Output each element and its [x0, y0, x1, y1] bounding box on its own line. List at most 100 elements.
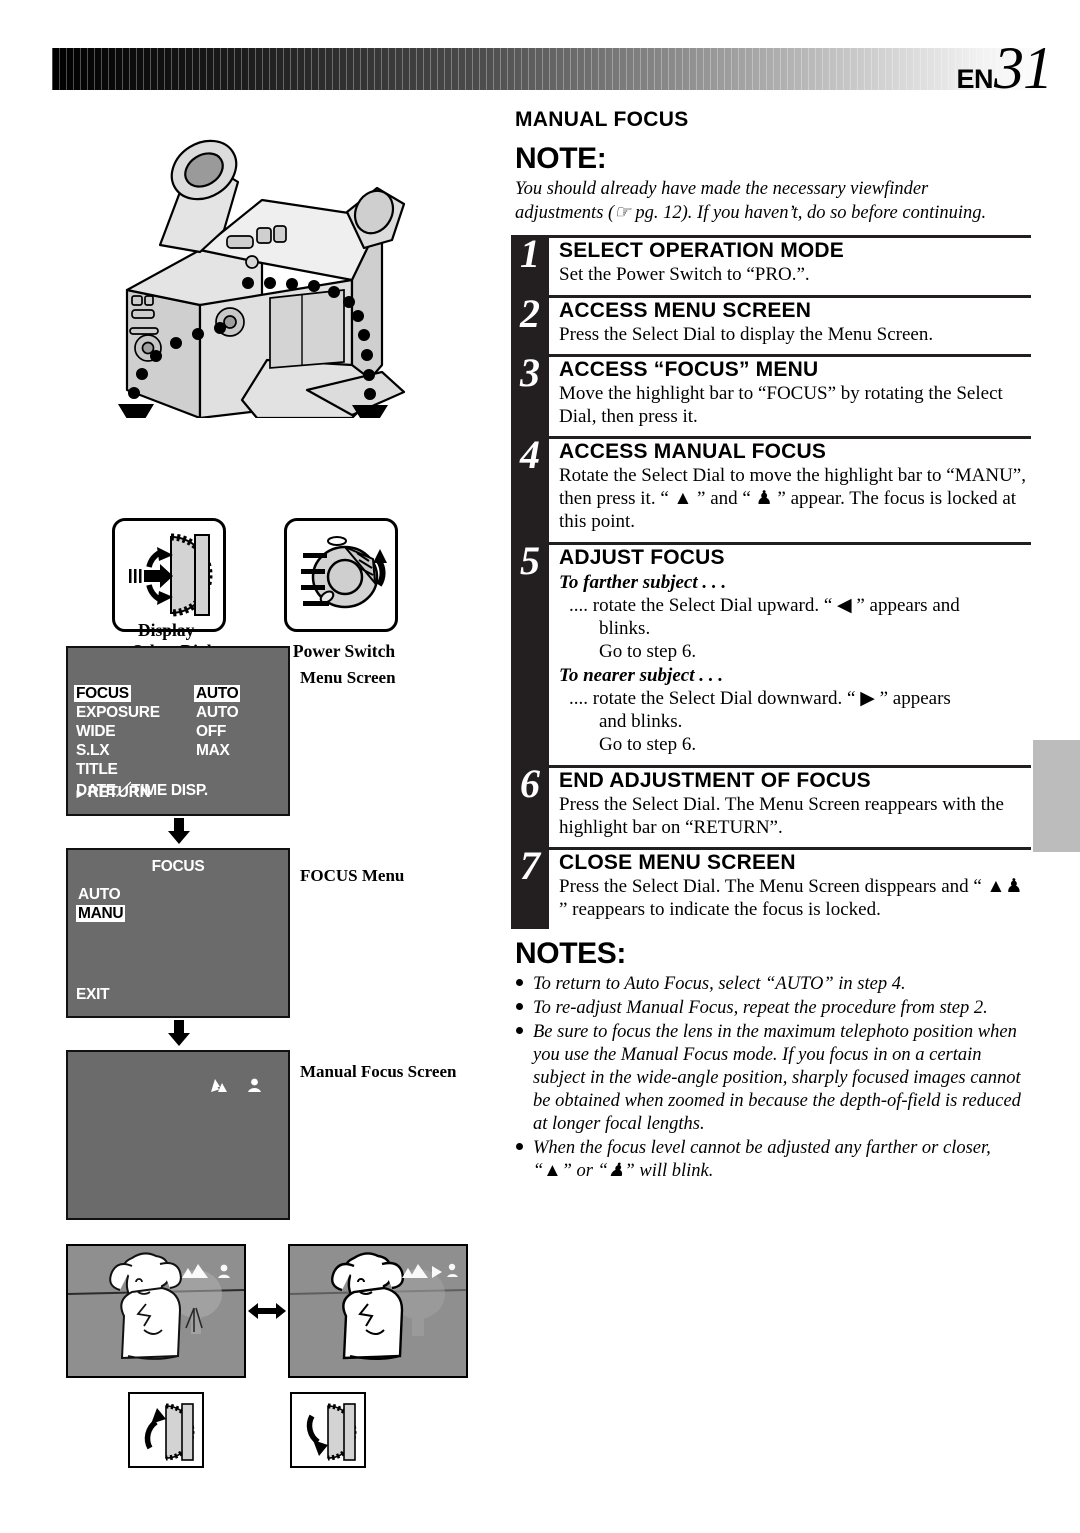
substep-line-1: .... rotate the Select Dial downward. “ … [569, 688, 951, 710]
dial-rotate-down-diagram [290, 1392, 366, 1468]
table-row[interactable]: WIDE OFF [72, 722, 288, 741]
divider [549, 436, 1031, 440]
substep-heading-nearer: To nearer subject . . . [559, 665, 723, 687]
list-item[interactable]: MANU [76, 905, 126, 924]
focus-menu-label: FOCUS Menu [300, 866, 405, 885]
substep-line-1: .... rotate the Select Dial upward. “ ◀ … [569, 594, 960, 616]
list-item: Be sure to focus the lens in the maximum… [515, 1021, 1031, 1136]
steps-list: 1 SELECT OPERATION MODE Set the Power Sw… [511, 231, 1031, 930]
bullet-icon [516, 1142, 523, 1150]
triangle-right-icon: ► [74, 785, 87, 801]
note-text: Be sure to focus the lens in the maximum… [533, 1022, 1021, 1134]
manual-focus-osd [66, 1050, 290, 1220]
note-text: To return to Auto Focus, select “AUTO” i… [533, 974, 906, 995]
flow-arrow-down-icon [168, 1020, 190, 1046]
table-row[interactable]: EXPOSURE AUTO [72, 703, 288, 722]
menu-screen-osd: FOCUS AUTO EXPOSURE AUTO WIDE OFF S.LX M… [66, 646, 290, 816]
divider [549, 235, 1031, 239]
step-6: 6 END ADJUSTMENT OF FOCUS Press the Sele… [511, 762, 1031, 847]
flow-arrow-down-icon [168, 818, 190, 844]
step-number: 3 [520, 349, 540, 395]
step-4: 4 ACCESS MANUAL FOCUS Rotate the Select … [511, 434, 1031, 542]
picture-near-focus [66, 1244, 246, 1378]
menu-return-row[interactable]: ► RETURN [74, 784, 151, 802]
substep-line-3: Go to step 6. [599, 640, 697, 662]
page-number-value: 31 [994, 35, 1053, 101]
dial-rotation-row [66, 1392, 484, 1468]
table-row[interactable]: TITLE [72, 760, 288, 779]
step-number: 7 [520, 842, 540, 888]
note-body: You should already have made the necessa… [515, 179, 987, 223]
substep-line-3: Go to step 6. [599, 734, 697, 756]
focus-menu-osd: FOCUS AUTO MANU EXIT [66, 848, 290, 1018]
note-heading: NOTE: [515, 142, 607, 175]
power-switch-svg [301, 536, 387, 609]
menu-screen-label: Menu Screen [300, 668, 396, 687]
focus-exit-label[interactable]: EXIT [76, 986, 110, 1004]
substep-heading-farther: To farther subject . . . [559, 571, 727, 593]
display-caption: Display [138, 620, 195, 640]
menu-key: S.LX [76, 741, 110, 759]
divider [549, 353, 1031, 357]
edge-index-tab [1033, 740, 1080, 852]
page-number: EN 31 [956, 35, 1053, 101]
note-text: When the focus level cannot be adjusted … [533, 1137, 991, 1181]
focus-option-list: AUTO MANU [76, 886, 126, 924]
menu-value: OFF [196, 722, 227, 740]
step-heading: CLOSE MENU SCREEN [559, 850, 796, 874]
left-illustration-column: Select Dial [52, 100, 482, 661]
compare-arrow-wrap [246, 1301, 288, 1321]
substep-text-farther: .... rotate the Select Dial upward. “ ◀ … [559, 594, 1031, 664]
step-1: 1 SELECT OPERATION MODE Set the Power Sw… [511, 231, 1031, 294]
scene-far-svg [290, 1252, 466, 1360]
step-text: Rotate the Select Dial to move the highl… [559, 465, 1026, 533]
mountain-icon [211, 1079, 227, 1092]
menu-value: AUTO [194, 684, 241, 702]
list-item[interactable]: AUTO [76, 886, 125, 905]
left-right-arrow-icon [248, 1303, 286, 1319]
dial-rotate-up-diagram [128, 1392, 204, 1468]
right-instruction-column: MANUAL FOCUS NOTE: You should already ha… [511, 100, 1031, 1184]
step-text: Set the Power Switch to “PRO.”. [559, 264, 810, 286]
table-row[interactable]: S.LX MAX [72, 741, 288, 760]
select-dial-svg [129, 533, 213, 617]
menu-key: FOCUS [74, 684, 131, 702]
step-heading: ADJUST FOCUS [559, 545, 725, 569]
picture-far-focus [288, 1244, 468, 1378]
step-number: 5 [520, 537, 540, 583]
divider [549, 541, 1031, 545]
scene-near-svg [68, 1252, 244, 1360]
step-number: 2 [520, 290, 540, 336]
menu-value: AUTO [196, 703, 239, 721]
manual-page: EN 31 Power Switch Display FOCUS AUTO EX… [0, 0, 1080, 1533]
focus-indicator-group [210, 1078, 262, 1093]
step-text: Press the Select Dial. The Menu Screen r… [559, 793, 1004, 838]
table-row[interactable]: FOCUS AUTO [72, 684, 288, 703]
notes-list: To return to Auto Focus, select “AUTO” i… [515, 973, 1031, 1182]
list-item: When the focus level cannot be adjusted … [515, 1137, 1031, 1183]
step-heading: ACCESS MANUAL FOCUS [559, 440, 827, 464]
substep-line-2: blinks. [599, 617, 651, 639]
step-heading: ACCESS MENU SCREEN [559, 298, 812, 322]
note-text: To re-adjust Manual Focus, repeat the pr… [533, 998, 988, 1019]
power-switch-diagram: Power Switch [284, 518, 398, 661]
step-2: 2 ACCESS MENU SCREEN Press the Select Di… [511, 290, 1031, 354]
step-text: Press the Select Dial. The Menu Screen d… [559, 875, 1023, 921]
bullet-icon [516, 1003, 523, 1011]
step-number: 1 [520, 231, 540, 277]
menu-key: TITLE [76, 760, 118, 778]
power-switch-caption: Power Switch [292, 641, 396, 661]
menu-return-label: RETURN [87, 784, 151, 801]
substep-line-2: and blinks. [599, 711, 683, 733]
menu-value: MAX [196, 741, 230, 759]
menu-key: EXPOSURE [76, 703, 160, 721]
select-dial-diagram: Select Dial [112, 518, 226, 661]
dial-up-svg [144, 1403, 195, 1461]
menu-row-list: FOCUS AUTO EXPOSURE AUTO WIDE OFF S.LX M… [72, 684, 288, 799]
menu-value [194, 761, 198, 778]
control-icon-row: Select Dial [112, 518, 512, 661]
menu-key: WIDE [76, 722, 116, 740]
step-3: 3 ACCESS “FOCUS” MENU Move the highlight… [511, 349, 1031, 436]
focus-comparison-illustration [66, 1244, 484, 1468]
bullet-icon [516, 979, 523, 987]
